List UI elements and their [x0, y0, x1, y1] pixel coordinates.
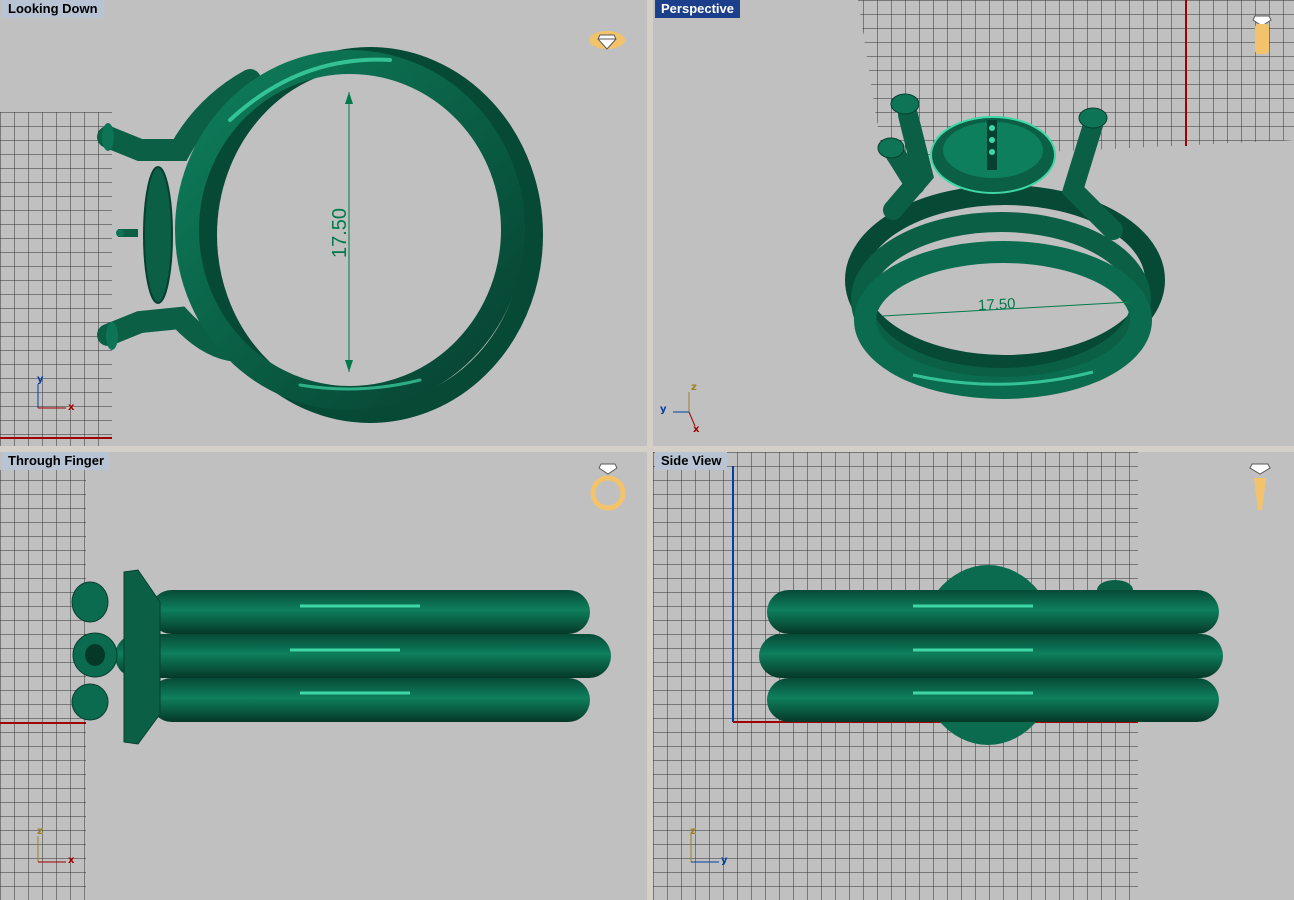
band-top — [150, 590, 590, 634]
bezel-plate-front — [123, 569, 161, 745]
axis-label-z-persp: z — [691, 382, 697, 393]
ring-upright-icon[interactable] — [1251, 14, 1273, 63]
viewport-title-looking-down[interactable]: Looking Down — [2, 0, 104, 18]
diamond-top-icon[interactable] — [588, 28, 626, 57]
axis-label-x-front: x — [68, 855, 75, 866]
axis-label-x-persp: x — [693, 424, 700, 435]
bezel-cup — [143, 166, 173, 304]
viewport-title-perspective[interactable]: Perspective — [655, 0, 740, 18]
looking-down-canvas[interactable]: 17.50 — [0, 0, 647, 446]
viewport-looking-down[interactable]: 17.50 Looking Down y x — [0, 0, 647, 446]
perspective-pin — [987, 120, 997, 170]
side-band-bottom — [767, 678, 1219, 722]
perspective-dimension: 17.50 — [882, 295, 1132, 317]
pin-detail — [116, 229, 138, 237]
perspective-diameter-label: 17.50 — [978, 295, 1016, 314]
band-bottom — [150, 678, 590, 722]
perspective-canvas[interactable]: 17.50 — [653, 0, 1294, 446]
tube-opening-3 — [1078, 107, 1108, 129]
tube-opening-1 — [890, 93, 920, 115]
axis-label-y-side: y — [721, 855, 728, 866]
through-finger-canvas[interactable] — [0, 452, 647, 900]
viewport-perspective[interactable]: 17.50 Perspective z y x — [653, 0, 1294, 446]
viewport-through-finger[interactable]: Through Finger z x — [0, 452, 647, 900]
diameter-label: 17.50 — [329, 208, 351, 258]
ring-side-icon[interactable] — [1249, 462, 1271, 519]
ring-front-icon[interactable] — [588, 462, 628, 517]
viewport-title-through-finger[interactable]: Through Finger — [2, 452, 111, 470]
axis-label-y-top: y — [37, 374, 44, 385]
tube-upper-end — [102, 123, 114, 151]
side-band-middle — [759, 634, 1223, 678]
band-middle — [115, 634, 611, 678]
viewport-title-side-view[interactable]: Side View — [655, 452, 728, 470]
tube-end-top — [71, 581, 109, 623]
axis-label-z-side: z — [690, 826, 696, 837]
axis-triad-perspective — [673, 392, 696, 427]
axis-label-x-top: x — [68, 402, 75, 413]
axis-label-z-front: z — [37, 826, 43, 837]
side-band-top — [767, 590, 1219, 634]
tube-end-bottom — [71, 683, 109, 721]
tube-opening-2 — [877, 137, 905, 159]
tube-end-mid-hole — [85, 644, 105, 666]
viewport-side-view[interactable]: Side View z y — [653, 452, 1294, 900]
tube-lower-end — [106, 322, 118, 350]
axis-label-y-persp: y — [660, 404, 667, 415]
diameter-dimension: 17.50 — [329, 92, 353, 372]
side-view-canvas[interactable] — [653, 452, 1294, 900]
